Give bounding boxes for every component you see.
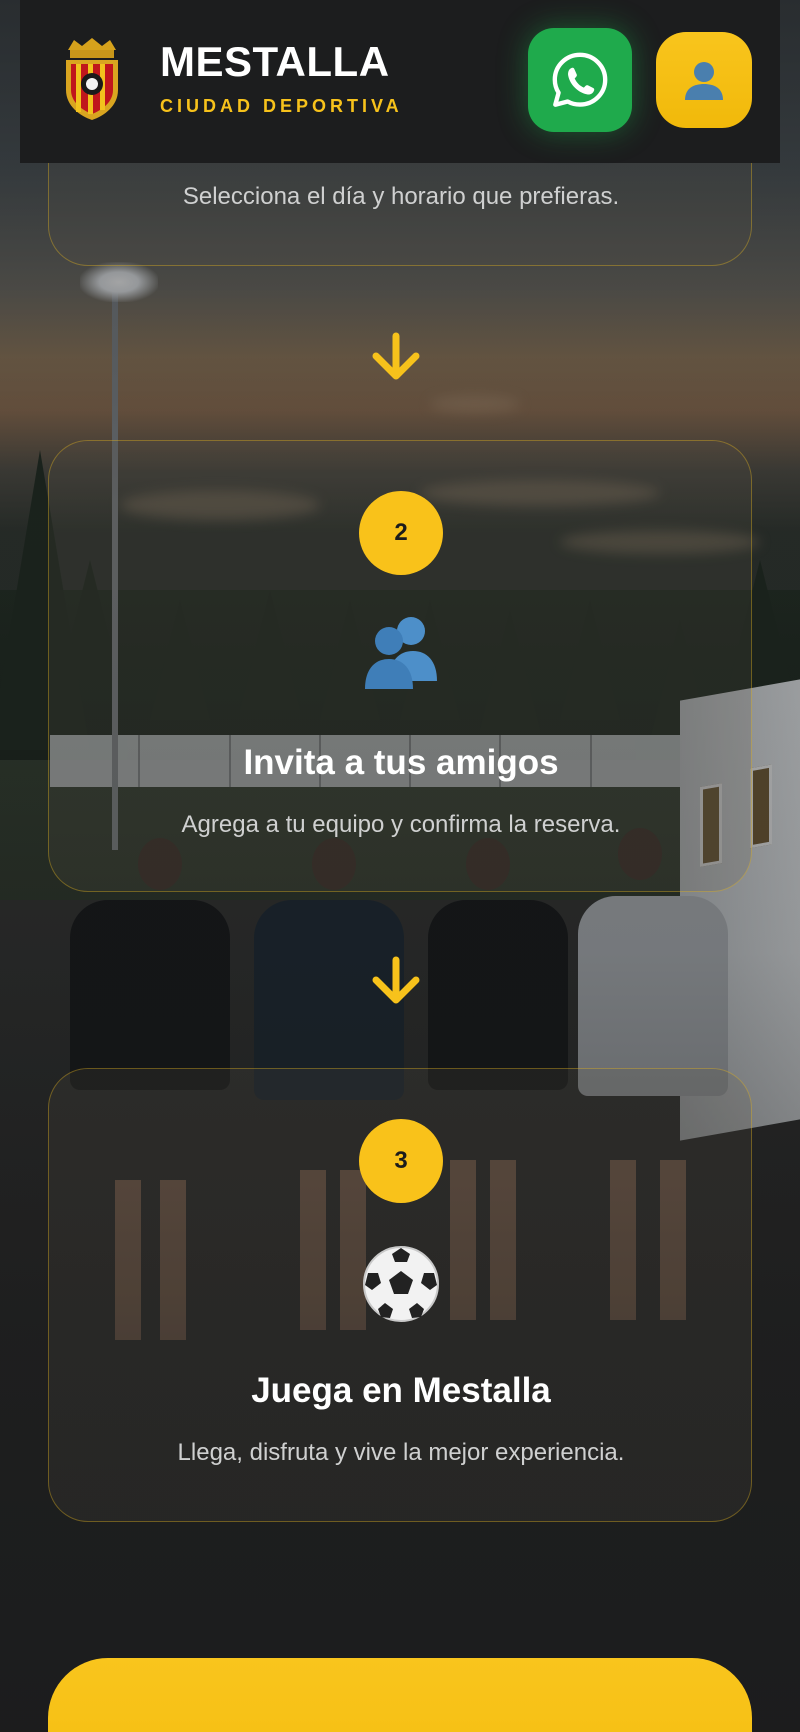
brand-title: MESTALLA (160, 38, 390, 85)
user-icon (685, 62, 723, 100)
whatsapp-icon (552, 52, 608, 107)
step-title: Juega en Mestalla (251, 1371, 551, 1410)
primary-cta-button[interactable] (48, 1658, 752, 1732)
two-people-icon (365, 617, 437, 689)
step-icon (49, 1245, 753, 1323)
step-icon (49, 613, 753, 689)
brand-subtitle: CIUDAD DEPORTIVA (160, 96, 403, 116)
whatsapp-button[interactable] (528, 28, 632, 132)
brand-block: MESTALLA CIUDAD DEPORTIVA (160, 38, 403, 117)
step-number-badge: 3 (359, 1119, 443, 1203)
arrow-down-icon (372, 956, 420, 1004)
user-account-button[interactable] (656, 32, 752, 128)
soccer-ball-icon (363, 1246, 439, 1322)
step-card-3: 3 Juega en Mestalla Llega, disfruta y vi… (48, 1068, 752, 1522)
step-number-badge: 2 (359, 491, 443, 575)
arrow-down-icon (372, 332, 420, 380)
step-description: Selecciona el día y horario que prefiera… (182, 183, 620, 210)
step-description: Llega, disfruta y vive la mejor experien… (177, 1439, 625, 1466)
step-title: Invita a tus amigos (243, 743, 559, 782)
top-header: MESTALLA CIUDAD DEPORTIVA (20, 0, 780, 163)
club-crest-logo (66, 38, 118, 120)
step-card-2: 2 Invita a tus amigos Agrega a tu equipo… (48, 440, 752, 892)
step-description: Agrega a tu equipo y confirma la reserva… (181, 811, 621, 838)
